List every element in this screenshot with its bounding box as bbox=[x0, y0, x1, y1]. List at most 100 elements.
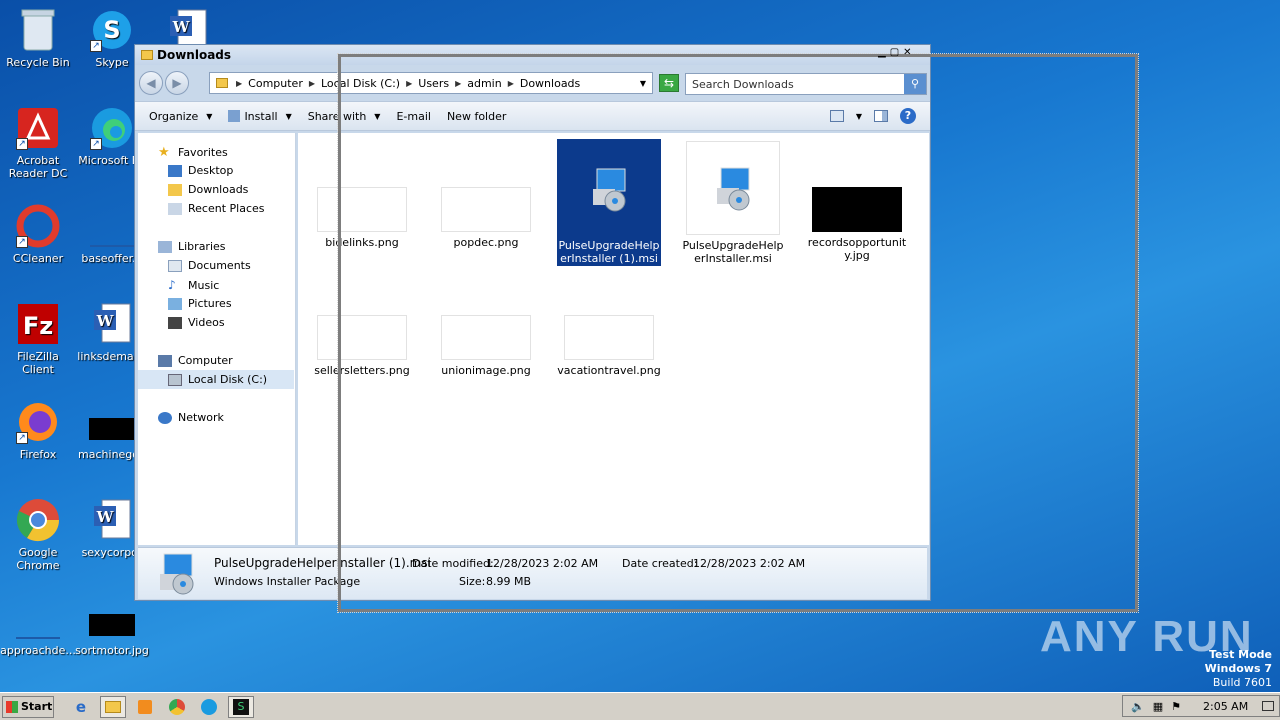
computer-icon bbox=[158, 354, 172, 367]
desktop-icon-label: Firefox bbox=[19, 448, 57, 461]
volume-icon[interactable]: 🔈 bbox=[1131, 700, 1145, 713]
watermark-line: Windows 7 bbox=[1204, 662, 1272, 675]
nav-favorites[interactable]: ★ Favorites bbox=[158, 145, 228, 160]
desktop-icon-filezilla[interactable]: Fz FileZilla Client bbox=[0, 300, 76, 376]
taskbar-chrome-icon[interactable] bbox=[164, 696, 190, 718]
forward-button[interactable]: ▶ bbox=[165, 71, 189, 95]
word-doc-icon: W bbox=[88, 300, 136, 348]
installer-icon bbox=[156, 552, 200, 596]
nav-music[interactable]: ♪ Music bbox=[168, 278, 219, 292]
back-button[interactable]: ◀ bbox=[139, 71, 163, 95]
svg-text:W: W bbox=[172, 18, 191, 36]
videos-icon bbox=[168, 316, 182, 329]
nav-pictures[interactable]: Pictures bbox=[168, 297, 232, 310]
desktop-icon-acrobat[interactable]: ↗ Acrobat Reader DC bbox=[0, 104, 76, 180]
taskbar-explorer-icon[interactable] bbox=[100, 695, 126, 718]
nav-label: Computer bbox=[178, 354, 233, 367]
start-button[interactable]: Start bbox=[2, 695, 54, 718]
chevron-right-icon: ▶ bbox=[236, 78, 243, 88]
chevron-down-icon: ▼ bbox=[285, 111, 292, 121]
clock[interactable]: 2:05 AM bbox=[1203, 700, 1248, 713]
desktop-icon-ccleaner[interactable]: ↗ CCleaner bbox=[0, 202, 76, 265]
start-label: Start bbox=[21, 700, 53, 713]
libraries-icon bbox=[158, 240, 172, 253]
taskbar-media-player-icon[interactable] bbox=[132, 696, 158, 718]
taskbar-edge-icon[interactable] bbox=[196, 696, 222, 718]
recent-places-icon bbox=[168, 202, 182, 215]
skype-icon: S ↗ bbox=[88, 6, 136, 54]
organize-button[interactable]: Organize ▼ bbox=[149, 110, 212, 123]
window-title: Downloads bbox=[157, 48, 232, 62]
network-icon[interactable]: ▦ bbox=[1153, 700, 1163, 713]
firefox-icon: ↗ bbox=[14, 398, 62, 446]
install-icon bbox=[228, 110, 241, 122]
minimize-icon[interactable]: ▁ bbox=[878, 47, 886, 61]
windows-logo-icon bbox=[6, 700, 18, 713]
window-controls: ▁ ▢ ✕ bbox=[878, 47, 930, 61]
nav-downloads[interactable]: Downloads bbox=[168, 183, 248, 196]
nav-videos[interactable]: Videos bbox=[168, 316, 225, 329]
close-icon[interactable]: ✕ bbox=[903, 47, 911, 61]
svg-text:W: W bbox=[96, 508, 115, 526]
watermark-line: Test Mode bbox=[1209, 648, 1272, 661]
desktop-icon-label: approachde... bbox=[0, 644, 76, 657]
desktop-icon-recycle-bin[interactable]: Recycle Bin bbox=[0, 6, 76, 69]
watermark-line: Build 7601 bbox=[1212, 676, 1272, 689]
navigation-pane: ★ Favorites Desktop Downloads Recent Pla… bbox=[138, 133, 296, 545]
nav-local-disk[interactable]: Local Disk (C:) bbox=[138, 370, 294, 389]
window-move-outline bbox=[337, 53, 1139, 613]
nav-desktop[interactable]: Desktop bbox=[168, 164, 233, 177]
nav-label: Recent Places bbox=[188, 202, 265, 215]
taskbar-ie-icon[interactable]: e bbox=[68, 696, 94, 718]
folder-icon bbox=[216, 78, 228, 88]
desktop-icon-label: Recycle Bin bbox=[6, 56, 70, 69]
documents-icon bbox=[168, 259, 182, 272]
music-icon: ♪ bbox=[168, 278, 176, 292]
test-mode-watermark: Test Mode Windows 7 Build 7601 bbox=[1205, 648, 1272, 690]
desktop-icon bbox=[168, 164, 182, 177]
image-icon bbox=[88, 202, 136, 250]
nav-computer[interactable]: Computer bbox=[158, 354, 233, 367]
nav-label: Network bbox=[178, 411, 224, 424]
nav-label: Downloads bbox=[188, 183, 249, 196]
system-tray: 🔈 ▦ ⚑ 2:05 AM bbox=[1122, 695, 1280, 717]
desktop-icon-firefox[interactable]: ↗ Firefox bbox=[0, 398, 76, 461]
maximize-icon[interactable]: ▢ bbox=[890, 47, 899, 61]
desktop-icon-sortmotor[interactable]: sortmotor.jpg bbox=[74, 594, 150, 657]
desktop: Recycle Bin S ↗ Skype W ↗ Acrobat Reader… bbox=[0, 0, 1280, 692]
nav-label: Pictures bbox=[188, 297, 232, 310]
svg-text:S: S bbox=[103, 16, 120, 44]
desktop-icon-label: CCleaner bbox=[12, 252, 64, 265]
desktop-icon-label: sortmotor.jpg bbox=[75, 644, 149, 657]
desktop-icon-label: FileZilla Client bbox=[17, 350, 59, 376]
image-icon bbox=[14, 594, 62, 642]
nav-libraries[interactable]: Libraries bbox=[158, 240, 226, 253]
drive-icon bbox=[168, 373, 182, 386]
nav-recent-places[interactable]: Recent Places bbox=[168, 202, 265, 215]
edge-icon: ↗ bbox=[88, 104, 136, 152]
acrobat-icon: ↗ bbox=[14, 104, 62, 152]
show-desktop-icon[interactable] bbox=[1262, 701, 1275, 711]
flag-icon[interactable]: ⚑ bbox=[1171, 700, 1181, 713]
desktop-icon-chrome[interactable]: Google Chrome bbox=[0, 496, 76, 572]
taskbar: Start e S 🔈 ▦ ⚑ 2:05 AM bbox=[0, 692, 1280, 720]
desktop-icon-approachde[interactable]: approachde... bbox=[0, 594, 76, 657]
filezilla-icon: Fz bbox=[14, 300, 62, 348]
downloads-folder-icon bbox=[168, 183, 182, 196]
star-icon: ★ bbox=[158, 145, 170, 160]
ccleaner-icon: ↗ bbox=[14, 202, 62, 250]
folder-icon bbox=[141, 50, 153, 60]
nav-label: Desktop bbox=[188, 164, 234, 177]
breadcrumb-computer[interactable]: Computer bbox=[248, 77, 303, 90]
taskbar-app-icon[interactable]: S bbox=[228, 695, 254, 718]
nav-network[interactable]: Network bbox=[158, 411, 224, 424]
nav-documents[interactable]: Documents bbox=[168, 259, 251, 272]
chevron-down-icon: ▼ bbox=[206, 111, 213, 121]
svg-text:Fz: Fz bbox=[23, 312, 53, 340]
nav-label: Local Disk (C:) bbox=[188, 373, 268, 386]
word-doc-icon: W bbox=[88, 496, 136, 544]
desktop-icon-label: Google Chrome bbox=[16, 546, 60, 572]
network-icon bbox=[158, 411, 172, 424]
install-label: Install bbox=[244, 109, 278, 123]
install-button[interactable]: Install ▼ bbox=[228, 109, 292, 123]
